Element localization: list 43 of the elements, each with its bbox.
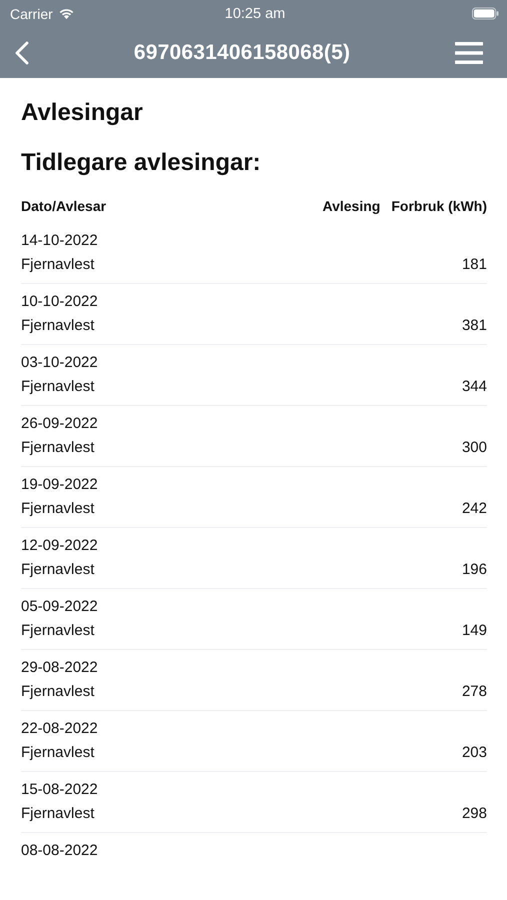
- table-cell-text: 278: [462, 682, 487, 702]
- table-cell-text: Fjernavlest: [21, 621, 94, 641]
- table-cell-text: Fjernavlest: [21, 682, 94, 702]
- column-header: Avlesing: [322, 198, 380, 214]
- table-cell-text: 14-10-2022: [21, 231, 99, 251]
- wifi-icon: [58, 8, 75, 20]
- table-cell-text: 196: [462, 560, 487, 580]
- table-cell-text: 03-10-2022: [21, 353, 99, 373]
- nav-title: 6970631406158068(5): [134, 40, 350, 64]
- table-cell-text: 15-08-2022: [21, 780, 99, 800]
- battery-icon: [471, 7, 500, 20]
- table-cell-text: 381: [462, 316, 487, 336]
- carrier-name: Carrier: [10, 6, 53, 22]
- menu-button[interactable]: [455, 40, 483, 64]
- table-cell-text: Fjernavlest: [21, 438, 94, 458]
- column-header: Forbruk (kWh): [391, 198, 487, 214]
- section-title: Tidlegare avlesingar:: [21, 148, 262, 178]
- back-button[interactable]: [15, 40, 29, 64]
- table-cell-text: Fjernavlest: [21, 804, 94, 824]
- table-cell-text: 300: [462, 438, 487, 458]
- table-cell-text: 181: [462, 255, 487, 275]
- table-cell-text: 05-09-2022: [21, 597, 99, 617]
- table-cell-text: 12-09-2022: [21, 536, 99, 556]
- table-cell-text: Fjernavlest: [21, 377, 94, 397]
- table-cell-text: Fjernavlest: [21, 499, 94, 519]
- table-cell-text: Fjernavlest: [21, 255, 94, 275]
- table-cell-text: Fjernavlest: [21, 743, 94, 763]
- table-cell-text: 19-09-2022: [21, 475, 99, 495]
- table-cell-text: 203: [462, 743, 487, 763]
- table-cell-text: 08-08-2022: [21, 841, 99, 861]
- table-cell-text: 298: [462, 804, 487, 824]
- table-cell-text: 242: [462, 499, 487, 519]
- table-cell-text: Fjernavlest: [21, 316, 94, 336]
- table-cell-text: 344: [462, 377, 487, 397]
- page-title: Avlesingar: [21, 98, 144, 128]
- column-header: Dato/Avlesar: [21, 198, 108, 214]
- table-cell-text: Fjernavlest: [21, 560, 94, 580]
- table-cell-text: 29-08-2022: [21, 658, 99, 678]
- status-time: 10:25 am: [224, 6, 286, 22]
- table-cell-text: 22-08-2022: [21, 719, 99, 739]
- table-cell-text: 149: [462, 621, 487, 641]
- table-cell-text: 26-09-2022: [21, 414, 99, 434]
- table-cell-text: 10-10-2022: [21, 292, 99, 312]
